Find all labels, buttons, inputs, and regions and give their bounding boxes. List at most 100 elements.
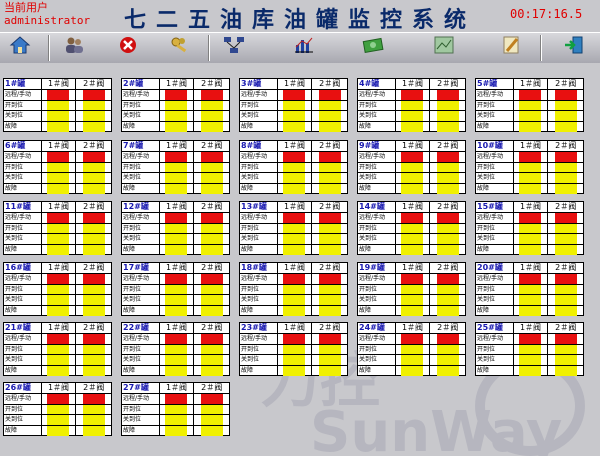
status-label: 远程/手动: [240, 152, 278, 162]
valve-status-indicator: [436, 234, 459, 244]
valve-status-indicator: [519, 173, 542, 183]
valve2-cell: [76, 173, 111, 183]
status-label: 关到位: [240, 234, 278, 244]
tank-header-row: 16#罐 1＃阀 2＃阀: [4, 263, 111, 274]
valve-status-indicator: [47, 234, 70, 244]
network-button[interactable]: [220, 35, 248, 59]
tank-panel[interactable]: 16#罐 1＃阀 2＃阀 远程/手动 开到位 关到位 故障: [3, 262, 112, 316]
valve2-label: 2＃阀: [555, 202, 577, 211]
tank-name: 12#罐: [122, 202, 160, 212]
valve-status-indicator: [165, 223, 188, 233]
valve1-label: 1＃阀: [42, 141, 77, 151]
tank-panel[interactable]: 9#罐 1＃阀 2＃阀 远程/手动 开到位 关到位 故障: [357, 140, 466, 194]
valve2-cell: [194, 274, 229, 284]
valve1-cell: [514, 173, 549, 183]
users-button[interactable]: [60, 35, 88, 59]
tank-header-row: 22#罐 1＃阀 2＃阀: [122, 323, 229, 334]
valve2-cell: [312, 152, 347, 162]
valve1-cell: [514, 344, 549, 354]
status-row: 开到位: [240, 344, 347, 355]
status-label: 远程/手动: [240, 274, 278, 284]
home-button[interactable]: [6, 35, 34, 59]
valve-status-indicator: [283, 344, 306, 354]
tank-panel[interactable]: 12#罐 1＃阀 2＃阀 远程/手动 开到位 关到位 故障: [121, 201, 230, 255]
tank-panel[interactable]: 13#罐 1＃阀 2＃阀 远程/手动 开到位 关到位 故障: [239, 201, 348, 255]
tank-panel[interactable]: 2#罐 1＃阀 2＃阀 远程/手动 开到位 关到位 故障: [121, 78, 230, 132]
tank-panel[interactable]: 26#罐 1＃阀 2＃阀 远程/手动 开到位 关到位 故障: [3, 382, 112, 436]
status-row: 故障: [4, 305, 111, 316]
tank-panel[interactable]: 8#罐 1＃阀 2＃阀 远程/手动 开到位 关到位 故障: [239, 140, 348, 194]
status-label: 远程/手动: [4, 334, 42, 344]
valve-status-indicator: [165, 152, 188, 162]
tank-panel[interactable]: 14#罐 1＃阀 2＃阀 远程/手动 开到位 关到位 故障: [357, 201, 466, 255]
valve-status-indicator: [519, 223, 542, 233]
close-button[interactable]: [114, 35, 142, 59]
valve-status-indicator: [82, 121, 105, 132]
tank-panel[interactable]: 20#罐 1＃阀 2＃阀 远程/手动 开到位 关到位 故障: [475, 262, 584, 316]
tank-header-row: 15#罐 1＃阀 2＃阀: [476, 202, 583, 213]
clock-display: 00:17:16.5: [510, 7, 583, 21]
status-row: 关到位: [4, 111, 111, 122]
valve2-cell: [76, 223, 111, 233]
status-label: 关到位: [4, 355, 42, 365]
status-row: 故障: [4, 425, 111, 436]
tank-panel[interactable]: 25#罐 1＃阀 2＃阀 远程/手动 开到位 关到位 故障: [475, 322, 584, 376]
tank-panel[interactable]: 10#罐 1＃阀 2＃阀 远程/手动 开到位 关到位 故障: [475, 140, 584, 194]
valve-status-indicator: [554, 100, 577, 110]
valve2-cell: [430, 295, 465, 305]
tank-name: 26#罐: [4, 383, 42, 393]
tank-name: 2#罐: [122, 79, 160, 89]
map-button[interactable]: [430, 35, 458, 59]
exit-button[interactable]: [560, 35, 588, 59]
tank-panel[interactable]: 7#罐 1＃阀 2＃阀 远程/手动 开到位 关到位 故障: [121, 140, 230, 194]
valve2-cell: [548, 173, 583, 183]
valve-status-indicator: [165, 365, 188, 376]
valve2-cell: [548, 244, 583, 255]
valve1-cell: [160, 162, 195, 172]
valve-status-indicator: [200, 415, 223, 425]
valve1-label: 1＃阀: [278, 79, 313, 89]
valve1-cell: [396, 111, 431, 121]
valve2-cell: [194, 334, 229, 344]
tank-header-row: 12#罐 1＃阀 2＃阀: [122, 202, 229, 213]
tank-panel[interactable]: 24#罐 1＃阀 2＃阀 远程/手动 开到位 关到位 故障: [357, 322, 466, 376]
status-label: 关到位: [122, 173, 160, 183]
valve-status-indicator: [519, 274, 542, 284]
status-label: 故障: [358, 365, 396, 376]
valve1-label: 1＃阀: [514, 79, 549, 89]
tank-panel[interactable]: 6#罐 1＃阀 2＃阀 远程/手动 开到位 关到位 故障: [3, 140, 112, 194]
valve2-cell: [76, 234, 111, 244]
status-row: 故障: [240, 244, 347, 255]
tank-panel[interactable]: 15#罐 1＃阀 2＃阀 远程/手动 开到位 关到位 故障: [475, 201, 584, 255]
tank-header-row: 17#罐 1＃阀 2＃阀: [122, 263, 229, 274]
chart-button[interactable]: [290, 35, 318, 59]
valve2-cell: [76, 415, 111, 425]
tank-panel[interactable]: 21#罐 1＃阀 2＃阀 远程/手动 开到位 关到位 故障: [3, 322, 112, 376]
valve-status-indicator: [436, 305, 459, 316]
valve2-cell: [76, 90, 111, 100]
tank-panel[interactable]: 19#罐 1＃阀 2＃阀 远程/手动 开到位 关到位 故障: [357, 262, 466, 316]
status-row: 关到位: [4, 415, 111, 426]
tank-panel[interactable]: 11#罐 1＃阀 2＃阀 远程/手动 开到位 关到位 故障: [3, 201, 112, 255]
money-button[interactable]: [360, 35, 388, 59]
valve2-cell: [76, 183, 111, 194]
tank-panel[interactable]: 4#罐 1＃阀 2＃阀 远程/手动 开到位 关到位 故障: [357, 78, 466, 132]
tank-panel[interactable]: 22#罐 1＃阀 2＃阀 远程/手动 开到位 关到位 故障: [121, 322, 230, 376]
valve2-label: 2＃阀: [437, 323, 459, 332]
valve1-cell: [278, 223, 313, 233]
tank-panel[interactable]: 3#罐 1＃阀 2＃阀 远程/手动 开到位 关到位 故障: [239, 78, 348, 132]
status-label: 远程/手动: [122, 394, 160, 404]
tank-panel[interactable]: 27#罐 1＃阀 2＃阀 远程/手动 开到位 关到位 故障: [121, 382, 230, 436]
tank-panel[interactable]: 1#罐 1＃阀 2＃阀 远程/手动 开到位 关到位 故障: [3, 78, 112, 132]
tank-panel[interactable]: 18#罐 1＃阀 2＃阀 远程/手动 开到位 关到位 故障: [239, 262, 348, 316]
valve-status-indicator: [283, 244, 306, 255]
tank-panel[interactable]: 17#罐 1＃阀 2＃阀 远程/手动 开到位 关到位 故障: [121, 262, 230, 316]
status-label: 故障: [122, 121, 160, 132]
tank-panel[interactable]: 5#罐 1＃阀 2＃阀 远程/手动 开到位 关到位 故障: [475, 78, 584, 132]
tank-panel[interactable]: 23#罐 1＃阀 2＃阀 远程/手动 开到位 关到位 故障: [239, 322, 348, 376]
keys-button[interactable]: [166, 35, 194, 59]
valve-status-indicator: [283, 295, 306, 305]
valve2-label: 2＃阀: [201, 383, 223, 392]
pencil-button[interactable]: [498, 35, 526, 59]
valve2-cell: [430, 152, 465, 162]
